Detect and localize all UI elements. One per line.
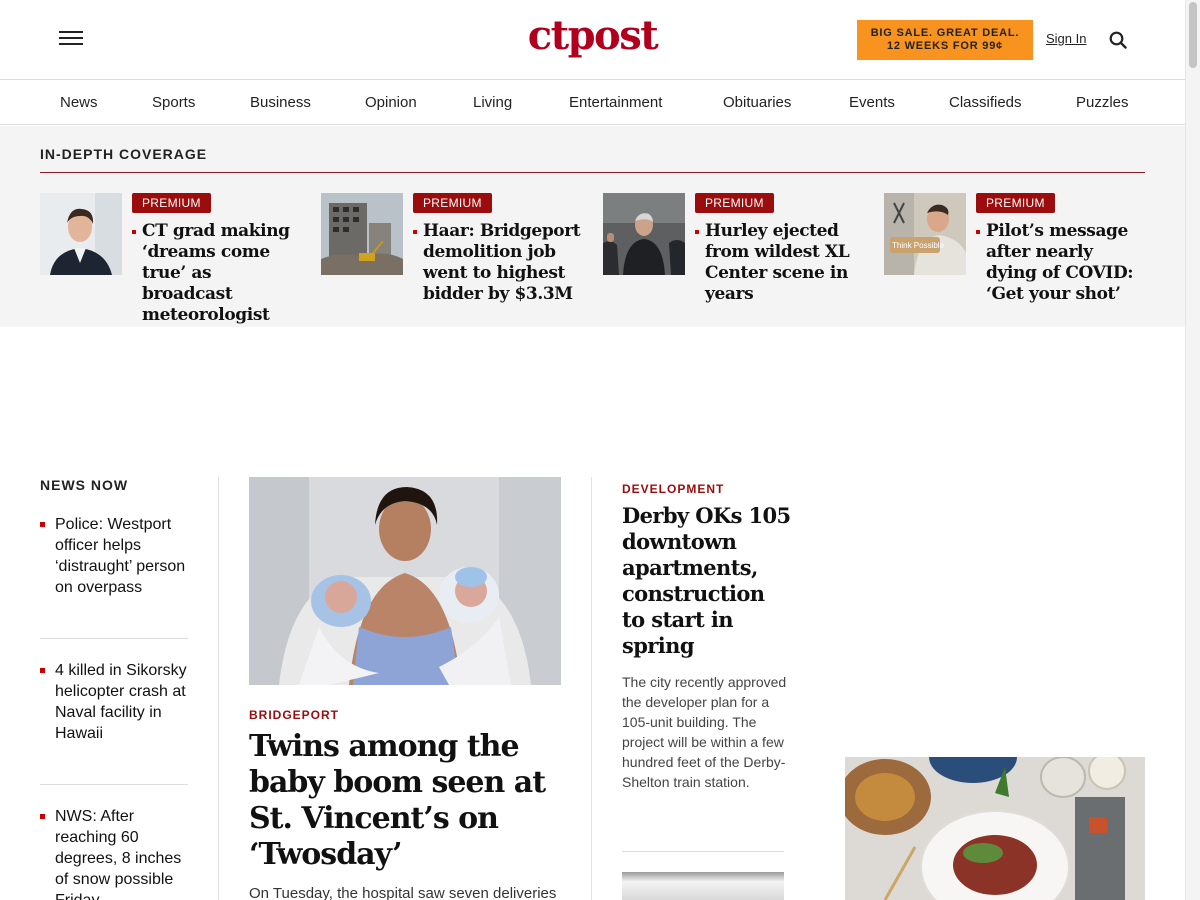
page: ctpost BIG SALE. GREAT DEAL. 12 WEEKS FO… (0, 0, 1185, 900)
bullet-marker (976, 230, 980, 234)
premium-badge: PREMIUM (976, 193, 1055, 213)
main-story-headline[interactable]: Twins among the baby boom seen at St. Vi… (249, 729, 569, 873)
search-icon[interactable] (1109, 31, 1127, 49)
bullet-marker (40, 668, 45, 673)
second-story-kicker[interactable]: DEVELOPMENT (622, 482, 724, 496)
nav-opinion[interactable]: Opinion (365, 94, 417, 111)
card-thumbnail[interactable]: Think Possible (884, 193, 966, 275)
in-depth-card[interactable]: PREMIUM CT grad making ‘dreams come true… (40, 193, 302, 325)
card-headline[interactable]: Hurley ejected from wildest XL Center sc… (705, 221, 865, 305)
news-now-headline[interactable]: NWS: After reaching 60 degrees, 8 inches… (55, 806, 195, 900)
bullet-marker (40, 522, 45, 527)
card-thumbnail[interactable] (40, 193, 122, 275)
story-image[interactable] (622, 872, 784, 900)
sign-in-link[interactable]: Sign In (1046, 31, 1086, 46)
main-nav: News Sports Business Opinion Living Ente… (0, 80, 1185, 125)
advertisement-image[interactable] (845, 757, 1145, 900)
section-divider (40, 172, 1145, 173)
nav-sports[interactable]: Sports (152, 94, 195, 111)
nav-news[interactable]: News (60, 94, 98, 111)
promo-line-1: BIG SALE. GREAT DEAL. (870, 27, 1020, 39)
news-now-headline[interactable]: 4 killed in Sikorsky helicopter crash at… (55, 660, 195, 744)
card-headline[interactable]: Haar: Bridgeport demolition job went to … (423, 221, 583, 305)
section-title: IN-DEPTH COVERAGE (40, 146, 208, 162)
thumbnail-caption: Think Possible (892, 241, 945, 250)
premium-badge: PREMIUM (413, 193, 492, 213)
column-divider (218, 477, 219, 900)
news-now-headline[interactable]: Police: Westport officer helps ‘distraug… (55, 514, 195, 598)
second-story-dek: The city recently approved the developer… (622, 674, 787, 790)
bullet-marker (413, 230, 417, 234)
nav-business[interactable]: Business (250, 94, 311, 111)
nav-classifieds[interactable]: Classifieds (949, 94, 1022, 111)
nav-obituaries[interactable]: Obituaries (723, 94, 791, 111)
bullet-marker (40, 814, 45, 819)
card-thumbnail[interactable] (321, 193, 403, 275)
bullet-marker (695, 230, 699, 234)
subscribe-promo-button[interactable]: BIG SALE. GREAT DEAL. 12 WEEKS FOR 99¢ (857, 20, 1033, 60)
in-depth-section: IN-DEPTH COVERAGE PREMIUM CT grad making… (0, 126, 1185, 327)
divider (40, 784, 188, 785)
nav-living[interactable]: Living (473, 94, 512, 111)
nav-events[interactable]: Events (849, 94, 895, 111)
promo-line-2: 12 WEEKS FOR 99¢ (886, 40, 1004, 52)
card-thumbnail[interactable] (603, 193, 685, 275)
bullet-marker (132, 230, 136, 234)
card-headline[interactable]: Pilot’s message after nearly dying of CO… (986, 221, 1146, 305)
main-story-kicker[interactable]: BRIDGEPORT (249, 708, 339, 722)
nav-entertainment[interactable]: Entertainment (569, 94, 662, 111)
premium-badge: PREMIUM (132, 193, 211, 213)
in-depth-card[interactable]: PREMIUM Haar: Bridgeport demolition job … (321, 193, 583, 313)
second-story-headline[interactable]: Derby OKs 105 downtown apartments, const… (622, 503, 792, 659)
nav-puzzles[interactable]: Puzzles (1076, 94, 1129, 111)
news-now-title: NEWS NOW (40, 477, 129, 493)
page-scrollbar[interactable] (1185, 0, 1200, 900)
divider (622, 851, 784, 852)
column-divider (591, 477, 592, 900)
premium-badge: PREMIUM (695, 193, 774, 213)
in-depth-card[interactable]: PREMIUM Hurley ejected from wildest XL C… (603, 193, 865, 313)
main-story-image[interactable] (249, 477, 561, 685)
scrollbar-thumb[interactable] (1189, 2, 1197, 68)
card-headline[interactable]: CT grad making ‘dreams come true’ as bro… (142, 221, 302, 326)
in-depth-card[interactable]: Think Possible PREMIUM Pilot’s message a… (884, 193, 1146, 313)
main-story-dek: On Tuesday, the hospital saw seven deliv… (249, 885, 557, 900)
divider (40, 638, 188, 639)
site-header: ctpost BIG SALE. GREAT DEAL. 12 WEEKS FO… (0, 0, 1185, 80)
